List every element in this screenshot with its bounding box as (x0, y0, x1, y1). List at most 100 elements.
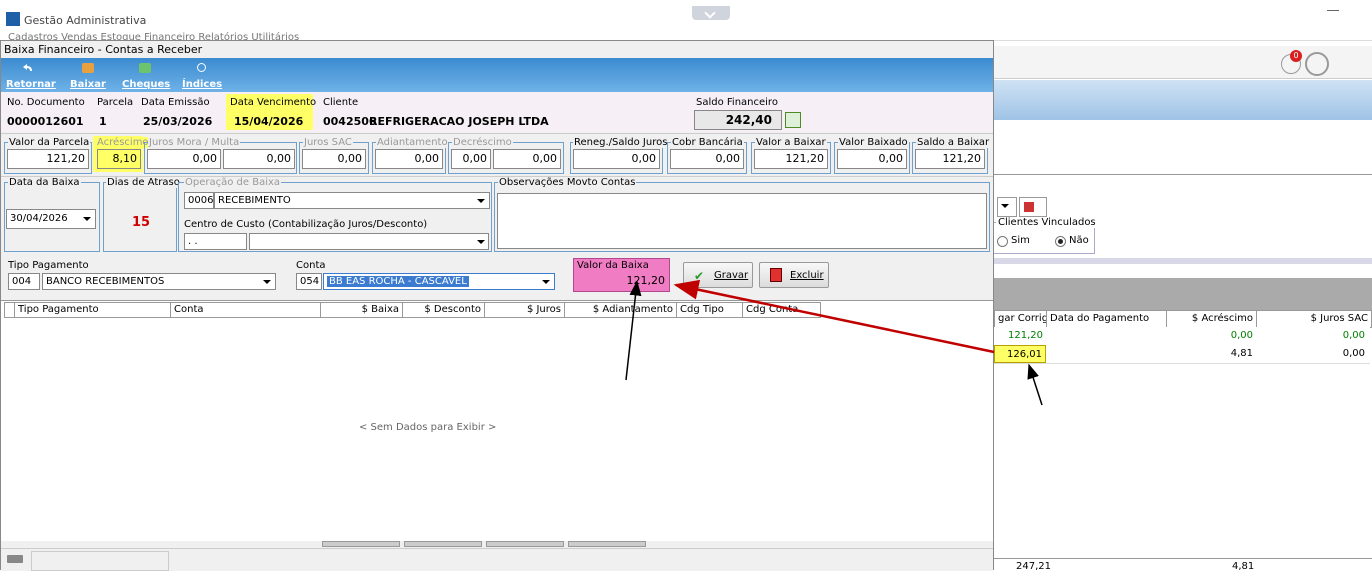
grid-col-baixa[interactable]: $ Baixa (321, 303, 403, 317)
observacoes-label: Observações Movto Contas (498, 177, 637, 188)
conta-dropdown-icon[interactable] (539, 274, 553, 289)
data-emissao-label: Data Emissão (141, 97, 210, 108)
grid-col-desconto[interactable]: $ Desconto (403, 303, 485, 317)
valor-baixa-field[interactable]: 121,20 (575, 273, 668, 290)
bg-col-acrescimo[interactable]: $ Acréscimo (1167, 311, 1257, 327)
baixar-icon (82, 63, 94, 73)
gravar-label: Gravar (714, 270, 749, 281)
table-row[interactable]: 121,20 0,00 0,00 (994, 327, 1370, 346)
radio-sim[interactable] (997, 236, 1008, 247)
data-vencimento-value: 15/04/2026 (234, 115, 304, 128)
indices-icon (197, 63, 206, 72)
grid-horizontal-scrollbar[interactable] (322, 541, 652, 547)
grid-col-cdg-conta[interactable]: Cdg Conta (743, 303, 820, 317)
bg-cell-data-pagamento (1046, 327, 1166, 345)
valor-a-baixar-label: Valor a Baixar (755, 137, 827, 148)
conta-codigo-field[interactable]: 054 (296, 273, 322, 290)
app-logo-icon (6, 12, 20, 26)
cheques-button[interactable]: Cheques (122, 79, 170, 90)
bg-footer-acrescimo: 4,81 (1232, 561, 1255, 572)
desconto-field[interactable]: 0,00 (493, 149, 561, 169)
radio-nao-selected-dot (1058, 239, 1063, 244)
dias-atraso-value: 15 (132, 215, 151, 230)
valor-parcela-field[interactable]: 121,20 (7, 149, 89, 169)
juros-mora-label: Juros Mora / Multa (148, 137, 241, 148)
grid-col-cdg-tipo[interactable]: Cdg Tipo (677, 303, 743, 317)
grid-col-adiantamento[interactable]: $ Adiantamento (565, 303, 677, 317)
parcela-value: 1 (99, 115, 107, 128)
app-menu[interactable]: Cadastros Vendas Estoque Financeiro Rela… (8, 32, 299, 40)
parcela-label: Parcela (97, 97, 134, 108)
bg-col-juros-sac[interactable]: $ Juros SAC (1257, 311, 1371, 327)
cheques-icon (139, 63, 151, 73)
gravar-button[interactable]: ✔ Gravar (683, 262, 753, 288)
collapse-chevron-icon[interactable] (692, 6, 730, 20)
tipo-pagamento-codigo-field[interactable]: 004 (8, 273, 40, 290)
conta-select[interactable]: BB EAS ROCHA - CASCAVEL (323, 273, 555, 290)
grid-col-juros[interactable]: $ Juros (485, 303, 565, 317)
grid-indicator-col (5, 303, 15, 317)
saldo-detail-icon[interactable] (785, 112, 801, 128)
operacao-select[interactable]: RECEBIMENTO (214, 192, 490, 209)
table-row[interactable]: 126,01 4,81 0,00 (994, 345, 1370, 364)
conta-label: Conta (296, 260, 326, 271)
saldo-a-baixar-label: Saldo a Baixar (916, 137, 991, 148)
decrescimo-field[interactable]: 0,00 (451, 149, 491, 169)
operacao-codigo-field[interactable]: 0006 (184, 192, 214, 209)
reneg-field[interactable]: 0,00 (573, 149, 660, 169)
acrescimo-label: Acréscimo (96, 137, 150, 148)
operacao-dropdown-icon[interactable] (474, 193, 488, 208)
grid-empty-message: < Sem Dados para Exibir > (359, 422, 497, 433)
data-baixa-label: Data da Baixa (8, 177, 81, 188)
background-blue-band (994, 80, 1372, 120)
juros-mora-field[interactable]: 0,00 (147, 149, 221, 169)
filter-dropdown-icon[interactable] (997, 197, 1017, 217)
centro-custo-select[interactable] (249, 233, 489, 250)
retornar-button[interactable]: Retornar (6, 79, 56, 90)
minimize-icon[interactable] (1327, 10, 1339, 11)
adiantamento-label: Adiantamento (376, 137, 449, 148)
grid-col-conta[interactable]: Conta (171, 303, 321, 317)
black-arrow-corrigido (1027, 363, 1043, 406)
juros-sac-label: Juros SAC (303, 137, 353, 148)
background-scrollbar[interactable] (994, 258, 1372, 264)
data-vencimento-label: Data Vencimento (230, 97, 317, 108)
radio-sim-label: Sim (1011, 235, 1030, 246)
saldo-a-baixar-field[interactable]: 121,20 (915, 149, 985, 169)
observacoes-textarea[interactable] (497, 193, 987, 249)
bg-cell-corrigido-highlight: 126,01 (994, 345, 1046, 363)
indices-button[interactable]: Índices (182, 79, 222, 90)
tipo-pagamento-select[interactable]: BANCO RECEBIMENTOS (42, 273, 276, 290)
valor-a-baixar-field[interactable]: 121,20 (754, 149, 828, 169)
tipo-pagamento-label: Tipo Pagamento (8, 260, 89, 271)
bg-cell-data-pagamento (1046, 345, 1166, 363)
cliente-label: Cliente (323, 97, 359, 108)
return-icon (23, 64, 32, 71)
centro-custo-dropdown-icon[interactable] (474, 234, 488, 249)
grid-col-tipo-pagamento[interactable]: Tipo Pagamento (15, 303, 171, 317)
no-documento-value: 0000012601 (7, 115, 84, 128)
no-documento-label: No. Documento (7, 97, 85, 108)
background-footer: 247,21 4,81 (994, 558, 1372, 573)
dias-atraso-label: Dias de Atraso (106, 177, 181, 188)
excluir-button[interactable]: Excluir (759, 262, 829, 288)
acrescimo-field[interactable]: 8,10 (97, 149, 141, 169)
juros-sac-field[interactable]: 0,00 (302, 149, 366, 169)
cobr-bancaria-field[interactable]: 0,00 (670, 149, 744, 169)
valor-baixado-field[interactable]: 0,00 (837, 149, 907, 169)
dialog-title: Baixa Financeiro - Contas a Receber (4, 43, 203, 56)
user-avatar-icon[interactable] (1305, 52, 1329, 76)
cobr-bancaria-label: Cobr Bancária (671, 137, 744, 148)
multa-field[interactable]: 0,00 (223, 149, 295, 169)
centro-custo-codigo-field[interactable]: . . (184, 233, 247, 250)
adiantamento-field[interactable]: 0,00 (375, 149, 443, 169)
data-baixa-dropdown-icon[interactable] (80, 211, 94, 227)
tipo-pagamento-dropdown-icon[interactable] (260, 274, 274, 289)
payments-grid-header: Tipo Pagamento Conta $ Baixa $ Desconto … (4, 302, 821, 318)
bg-col-corrigido[interactable]: gar Corrigido (995, 311, 1047, 327)
calendar-icon[interactable] (1019, 197, 1047, 217)
notification-badge: 0 (1290, 50, 1302, 62)
bg-col-data-pagamento[interactable]: Data do Pagamento (1047, 311, 1167, 327)
radio-nao-label: Não (1069, 235, 1089, 246)
baixar-button[interactable]: Baixar (70, 79, 106, 90)
